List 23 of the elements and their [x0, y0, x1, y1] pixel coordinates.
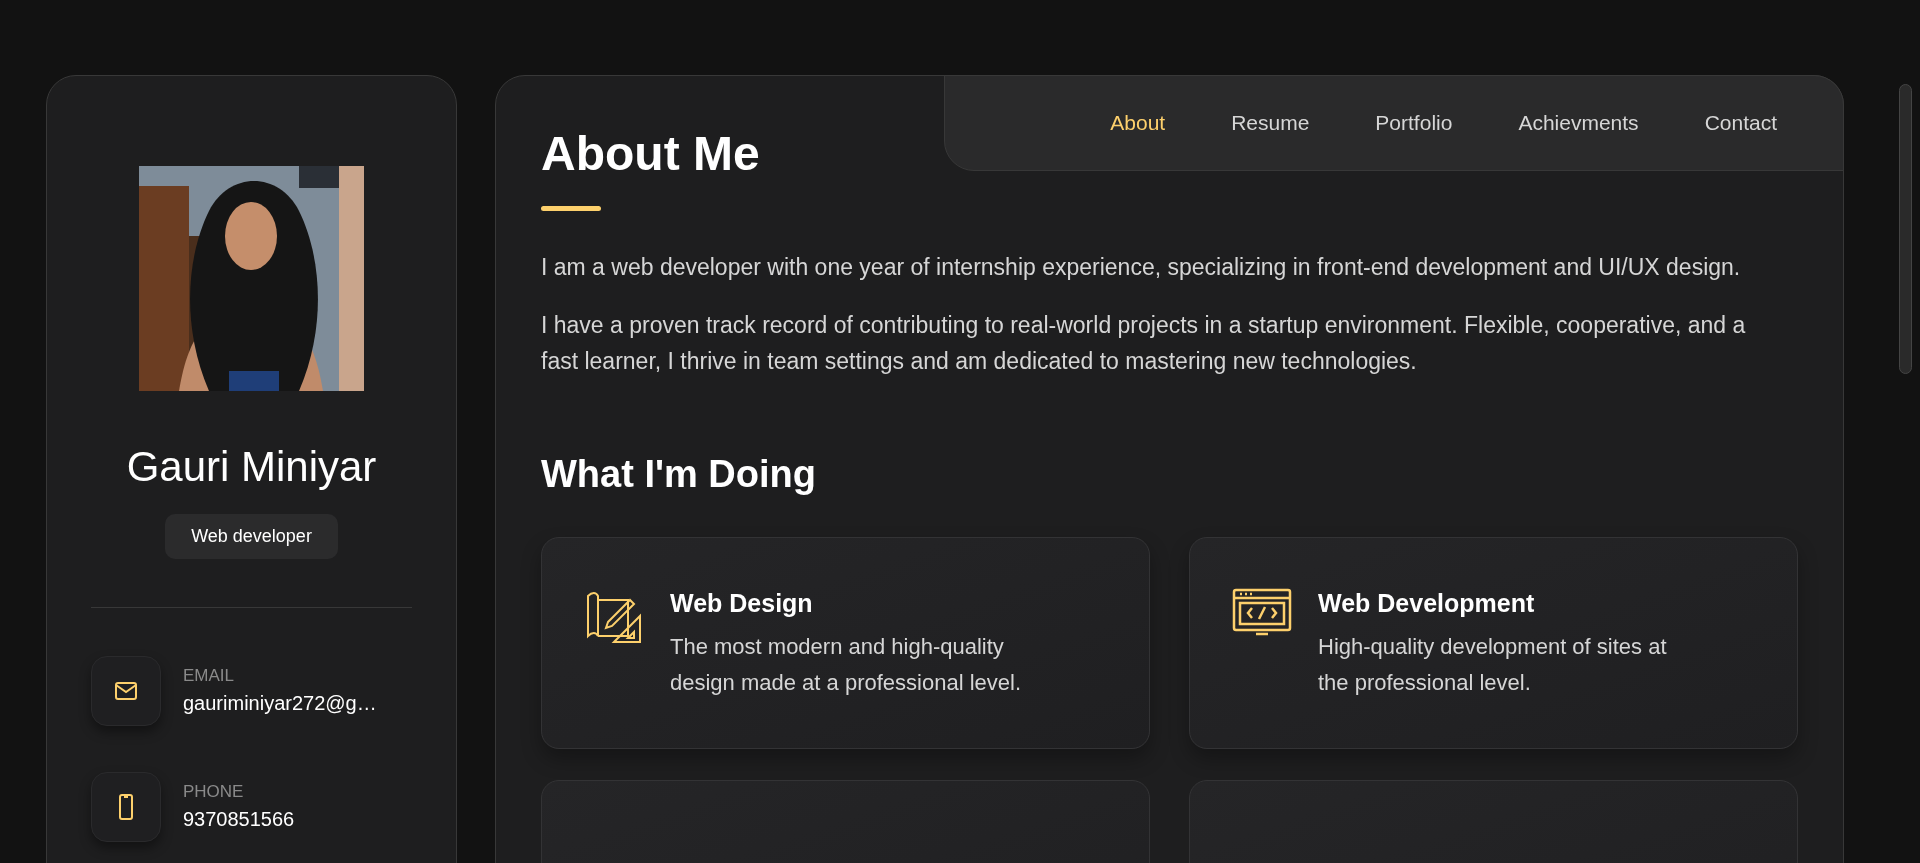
- contact-value: 9370851566: [183, 807, 295, 833]
- service-title: Web Design: [670, 587, 814, 619]
- service-description: High-quality development of sites at the professional level.: [1318, 632, 1668, 697]
- about-paragraph: I have a proven track record of contributing to real-world projects in a startup environment. Flexible, cooperative, and a fast learner, I thrive in team settings and am dedicated to mastering new technologies.: [541, 311, 1747, 376]
- contact-value: gauriminiyar272@g…: [183, 691, 377, 717]
- about-paragraph: I am a web developer with one year of internship experience, specializing in front-end development and UI/UX design.: [541, 253, 1742, 282]
- service-title: Web Development: [1318, 587, 1536, 619]
- page-title: About Me: [541, 126, 760, 182]
- code-window-icon: [1232, 587, 1292, 638]
- profile-name: Gauri Miniyar: [126, 442, 377, 492]
- nav-link[interactable]: Achievments: [1518, 107, 1639, 139]
- phone-icon: [118, 792, 134, 821]
- contact-label: PHONE: [183, 780, 245, 803]
- nav-link[interactable]: About: [1110, 107, 1166, 139]
- section-title: What I'm Doing: [541, 452, 816, 497]
- role-badge: Web developer: [165, 513, 338, 559]
- nav-link[interactable]: Resume: [1231, 107, 1310, 139]
- contact-label: EMAIL: [183, 664, 236, 687]
- title-underline: [541, 206, 601, 211]
- service-description: The most modern and high-quality design made at a professional level.: [670, 632, 1022, 697]
- nav-link[interactable]: Portfolio: [1375, 107, 1453, 139]
- mail-icon: [114, 680, 138, 701]
- nav-link[interactable]: Contact: [1704, 107, 1777, 139]
